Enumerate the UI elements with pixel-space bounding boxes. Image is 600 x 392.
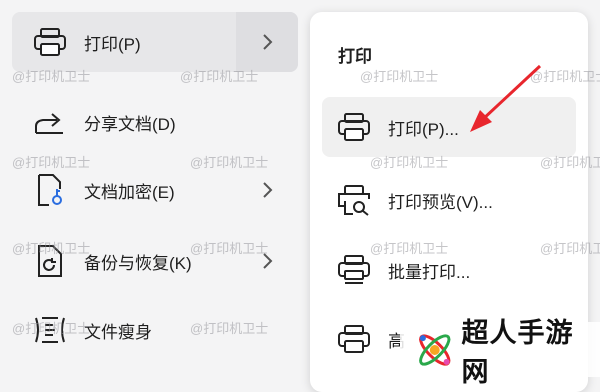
menu-item-label: 分享文档(D) [84,114,176,134]
submenu-title: 打印 [338,47,372,66]
watermark: @打印机卫士 [370,241,449,256]
annotation-arrow [470,64,542,132]
submenu-item-label: 批量打印... [388,262,471,282]
chevron-right-icon [263,34,273,50]
watermark: @打印机卫士 [12,321,91,336]
submenu-item-preview[interactable]: 打印预览(V)... [322,170,576,230]
printer-icon [30,22,70,62]
watermark: @打印机卫士 [540,155,600,170]
menu-item-share[interactable]: 分享文档(D) [12,92,298,152]
watermark: @打印机卫士 [190,321,269,336]
watermark: @打印机卫士 [360,69,439,84]
menu-item-print[interactable]: 打印(P) [12,12,298,72]
encrypt-doc-icon [30,170,70,210]
watermark: @打印机卫士 [180,69,259,84]
brand-watermark: 超人手游网 [400,318,600,387]
print-preview-icon [334,180,374,220]
chevron-right-icon [263,182,273,198]
share-icon [30,102,70,142]
watermark: @打印机卫士 [370,155,449,170]
submenu-item-label: 打印(P)... [388,119,459,139]
printer-icon [334,319,374,359]
menu-item-label: 文档加密(E) [84,182,175,202]
brand-logo-icon [419,333,451,366]
watermark: @打印机卫士 [12,155,91,170]
printer-icon [334,107,374,147]
submenu-item-label: 打印预览(V)... [388,192,493,212]
watermark: @打印机卫士 [190,241,269,256]
batch-print-icon [334,250,374,290]
watermark: @打印机卫士 [12,69,91,84]
submenu-item-batch[interactable]: 批量打印... [322,240,576,300]
watermark: @打印机卫士 [12,241,91,256]
menu-item-label: 备份与恢复(K) [84,253,192,273]
menu-item-label: 文件瘦身 [84,322,152,342]
watermark: @打印机卫士 [190,155,269,170]
menu-item-label: 打印(P) [84,34,141,54]
watermark: @打印机卫士 [540,241,600,256]
